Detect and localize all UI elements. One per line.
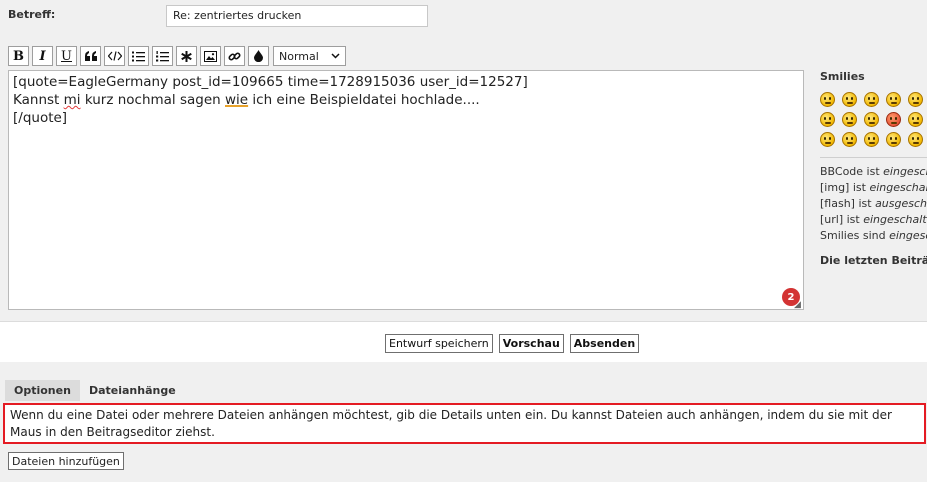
smiley-icon[interactable] [864, 132, 879, 147]
droplet-icon [254, 50, 263, 62]
text-part: kurz nochmal sagen [80, 92, 225, 108]
smiley-icon[interactable] [864, 92, 879, 107]
message-editor[interactable]: [quote=EagleGermany post_id=109665 time=… [8, 70, 804, 310]
smilies-grid [820, 92, 927, 147]
link-button[interactable] [224, 46, 245, 66]
grammar-flagged-word[interactable]: wie [225, 92, 248, 108]
quote-icon [84, 51, 97, 61]
resize-handle-icon[interactable]: ◢ [794, 300, 801, 310]
text-part: ich eine Beispieldatei hochlade.... [248, 92, 480, 108]
underline-button[interactable]: U [56, 46, 77, 66]
font-size-select[interactable]: Normal [273, 46, 346, 66]
tab-attachments[interactable]: Dateianhänge [80, 380, 185, 401]
smilies-status: Smilies sind eingeschaltet [820, 228, 927, 244]
preview-button[interactable]: Vorschau [498, 334, 564, 353]
smiley-icon[interactable] [842, 112, 857, 127]
url-status: [url] ist eingeschaltet [820, 212, 927, 228]
color-button[interactable] [248, 46, 269, 66]
quote-button[interactable] [80, 46, 101, 66]
smiley-icon[interactable] [886, 92, 901, 107]
smilies-state: eingeschaltet [889, 229, 927, 242]
editor-line-quote-open: [quote=EagleGermany post_id=109665 time=… [13, 74, 528, 90]
bullet-list-button[interactable] [128, 46, 149, 66]
smiley-icon[interactable] [908, 92, 923, 107]
numbered-list-button[interactable] [152, 46, 173, 66]
bbcode-status: BBCode ist eingeschaltet [820, 164, 927, 180]
form-actions: Entwurf speichern Vorschau Absenden [385, 334, 640, 353]
add-files-button[interactable]: Dateien hinzufügen [8, 452, 124, 470]
tab-options[interactable]: Optionen [5, 380, 80, 401]
bold-button[interactable]: B [8, 46, 29, 66]
smiley-icon[interactable] [820, 132, 835, 147]
smiley-icon[interactable] [908, 132, 923, 147]
attachments-info-box: Wenn du eine Datei oder mehrere Dateien … [3, 403, 926, 444]
subject-input[interactable]: Re: zentriertes drucken [166, 5, 428, 27]
bbcode-toolbar: B I U Normal [8, 46, 346, 66]
list-item-button[interactable] [176, 46, 197, 66]
asterisk-icon [181, 50, 192, 62]
smiley-icon[interactable] [864, 112, 879, 127]
img-status: [img] ist eingeschaltet [820, 180, 927, 196]
chevron-down-icon [331, 53, 340, 59]
editor-line-text: Kannst mi kurz nochmal sagen wie ich ein… [13, 91, 799, 109]
smiley-icon[interactable] [908, 112, 923, 127]
editor-line-quote-close: [/quote] [13, 110, 68, 126]
numbered-list-icon [156, 50, 169, 61]
bbcode-label: BBCode ist [820, 165, 884, 178]
bullet-list-icon [132, 51, 145, 61]
smilies-label: Smilies sind [820, 229, 890, 242]
smiley-icon[interactable] [842, 92, 857, 107]
font-size-value: Normal [279, 49, 319, 63]
italic-button[interactable]: I [32, 46, 53, 66]
flash-label: [flash] ist [820, 197, 876, 210]
submit-button[interactable]: Absenden [569, 334, 640, 353]
image-button[interactable] [200, 46, 221, 66]
panel-tabs: Optionen Dateianhänge [5, 380, 185, 401]
smiley-icon[interactable] [886, 132, 901, 147]
last-posts-heading: Die letzten Beiträge [820, 254, 927, 267]
smiley-icon[interactable] [842, 132, 857, 147]
flash-state: ausgeschaltet [875, 197, 927, 210]
sidebar-divider [820, 157, 927, 158]
code-icon [107, 51, 122, 61]
url-label: [url] ist [820, 213, 864, 226]
sidebar: Smilies BBCode ist eingeschaltet [img] i… [820, 70, 927, 267]
misspelled-word[interactable]: mi [64, 92, 81, 108]
text-part: Kannst [13, 92, 64, 108]
flash-status: [flash] ist ausgeschaltet [820, 196, 927, 212]
img-label: [img] ist [820, 181, 870, 194]
save-draft-button[interactable]: Entwurf speichern [385, 334, 493, 353]
smiley-icon[interactable] [820, 112, 835, 127]
bbcode-state: eingeschaltet [883, 165, 927, 178]
smilies-title: Smilies [820, 70, 865, 83]
smiley-icon[interactable] [886, 112, 901, 127]
code-button[interactable] [104, 46, 125, 66]
img-state: eingeschaltet [869, 181, 927, 194]
image-icon [204, 50, 217, 62]
subject-label: Betreff: [8, 8, 56, 21]
link-icon [228, 51, 241, 61]
url-state: eingeschaltet [863, 213, 927, 226]
smiley-icon[interactable] [820, 92, 835, 107]
